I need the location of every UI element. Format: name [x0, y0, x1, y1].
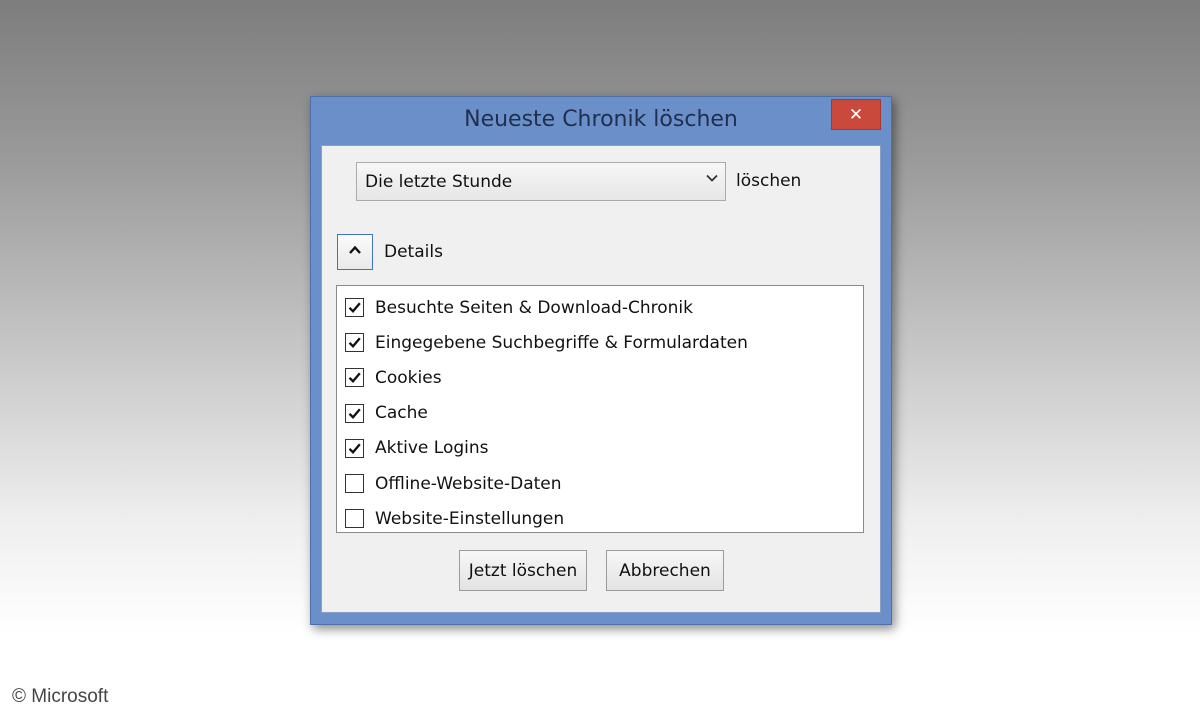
history-item-label: Besuchte Seiten & Download-Chronik: [375, 297, 693, 318]
history-item-checkbox[interactable]: [345, 474, 364, 494]
history-item-row[interactable]: Aktive Logins: [337, 431, 863, 466]
history-item-checkbox[interactable]: [345, 403, 364, 423]
checkmark-icon: [348, 443, 361, 454]
cancel-button[interactable]: Abbrechen: [606, 550, 724, 591]
time-range-suffix-label: löschen: [736, 171, 802, 191]
history-item-row[interactable]: Website-Einstellungen: [337, 501, 863, 536]
history-item-checkbox[interactable]: [345, 509, 364, 529]
details-toggle-button[interactable]: [337, 234, 373, 270]
history-item-label: Offline-Website-Daten: [375, 473, 562, 494]
history-item-row[interactable]: Cache: [337, 396, 863, 431]
checkmark-icon: [348, 372, 361, 384]
details-label: Details: [384, 242, 443, 262]
checkmark-icon: [348, 302, 361, 314]
history-items-list: Besuchte Seiten & Download-Chronik Eingeg…: [336, 285, 864, 533]
clear-history-dialog: Neueste Chronik löschen ✕ Die letzte Stu…: [310, 96, 892, 625]
time-range-dropdown[interactable]: Die letzte Stunde: [356, 162, 726, 201]
dialog-title: Neueste Chronik löschen: [464, 107, 738, 132]
history-item-row[interactable]: Besuchte Seiten & Download-Chronik: [337, 290, 863, 325]
history-item-row[interactable]: Offline-Website-Daten: [337, 466, 863, 501]
clear-now-button[interactable]: Jetzt löschen: [459, 550, 587, 591]
history-item-checkbox[interactable]: [345, 298, 364, 318]
history-item-row[interactable]: Cookies: [337, 360, 863, 395]
history-item-label: Eingegebene Suchbegriffe & Formulardaten: [375, 332, 748, 353]
close-button[interactable]: ✕: [831, 99, 881, 130]
chevron-up-icon: [347, 242, 363, 262]
chevron-down-icon: [705, 171, 719, 189]
history-item-label: Website-Einstellungen: [375, 508, 565, 529]
history-item-checkbox[interactable]: [345, 438, 364, 458]
checkmark-icon: [348, 408, 361, 419]
dialog-client-area: Die letzte Stunde löschen Details Besuch…: [321, 145, 881, 613]
close-icon: ✕: [848, 104, 864, 125]
history-item-label: Cookies: [375, 367, 442, 388]
history-item-label: Cache: [375, 403, 428, 424]
history-item-checkbox[interactable]: [345, 333, 364, 353]
checkmark-icon: [348, 337, 361, 349]
copyright-notice: © Microsoft: [12, 686, 109, 707]
history-item-row[interactable]: Eingegebene Suchbegriffe & Formulardaten: [337, 325, 863, 360]
history-item-checkbox[interactable]: [345, 368, 364, 388]
dialog-titlebar[interactable]: Neueste Chronik löschen ✕: [311, 97, 891, 145]
history-item-label: Aktive Logins: [375, 438, 489, 459]
time-range-selected: Die letzte Stunde: [365, 171, 513, 192]
